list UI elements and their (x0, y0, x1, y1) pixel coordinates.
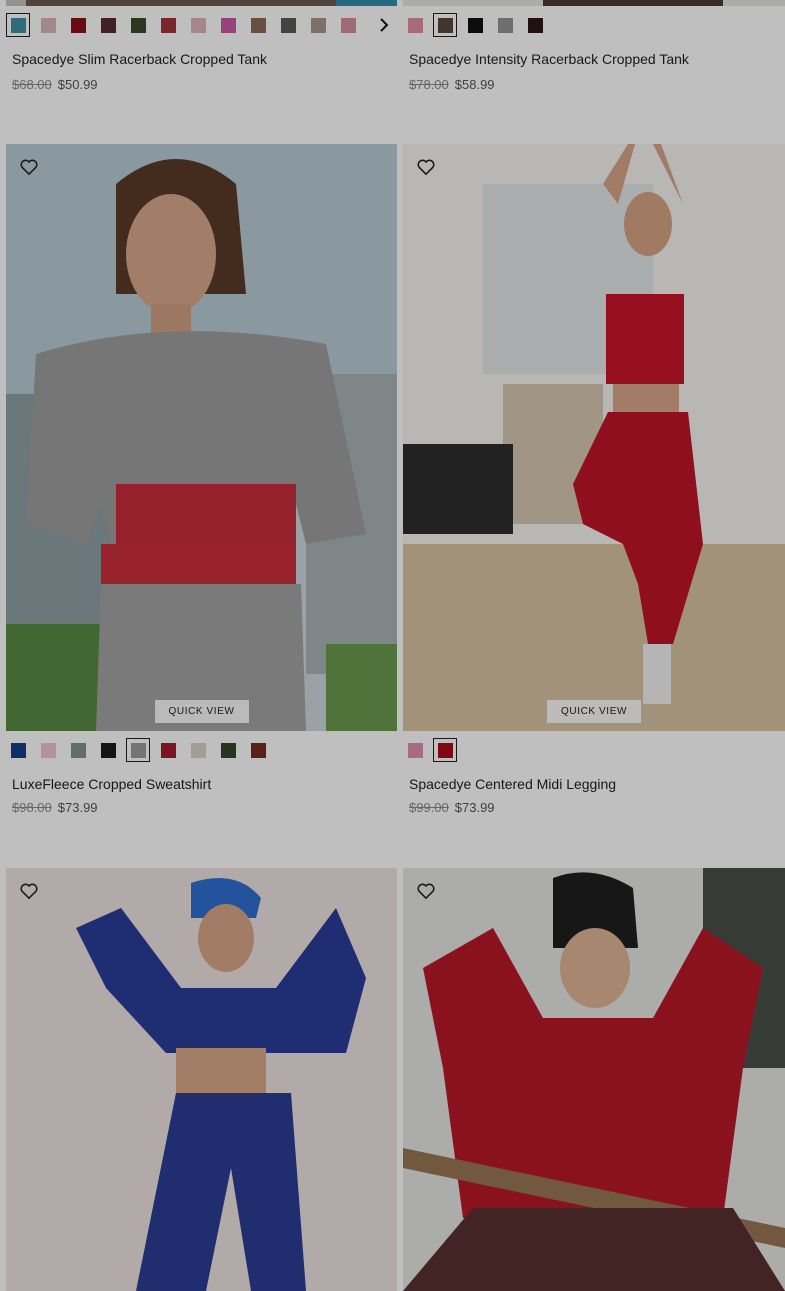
modal-backdrop-overlay[interactable] (0, 0, 785, 1291)
